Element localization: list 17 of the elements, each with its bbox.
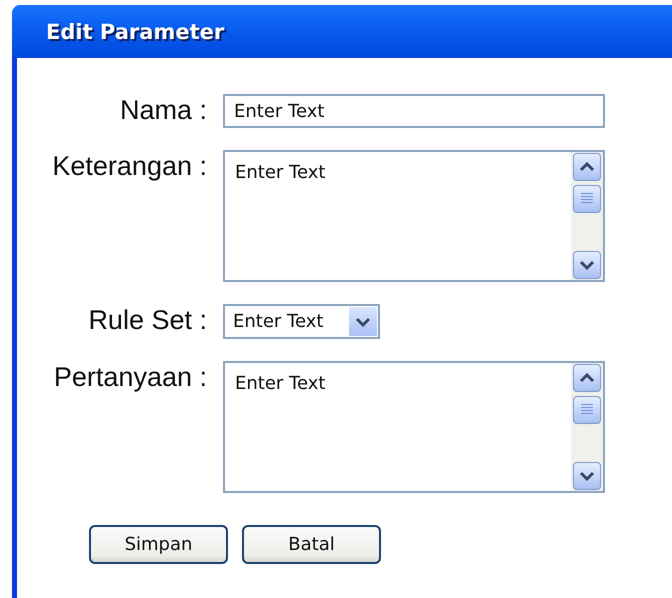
field-label: Keterangan : <box>52 150 207 183</box>
dropdown[interactable]: Enter Text <box>223 304 380 339</box>
form-button[interactable]: Batal <box>242 525 381 564</box>
form-button[interactable]: Simpan <box>89 525 228 564</box>
scrollbar[interactable] <box>571 152 603 280</box>
text-field[interactable]: Enter Text <box>223 94 605 128</box>
scroll-down-icon[interactable] <box>573 251 601 279</box>
scroll-up-icon[interactable] <box>573 364 601 392</box>
scroll-up-icon[interactable] <box>573 153 601 181</box>
field-label: Rule Set : <box>88 304 207 337</box>
window-title: Edit Parameter <box>46 20 224 44</box>
scroll-thumb[interactable] <box>573 185 601 213</box>
field-label: Nama : <box>120 94 207 127</box>
field-label: Pertanyaan : <box>54 361 207 394</box>
scroll-down-icon[interactable] <box>573 462 601 490</box>
scrollbar[interactable] <box>571 363 603 491</box>
scroll-thumb[interactable] <box>573 396 601 424</box>
